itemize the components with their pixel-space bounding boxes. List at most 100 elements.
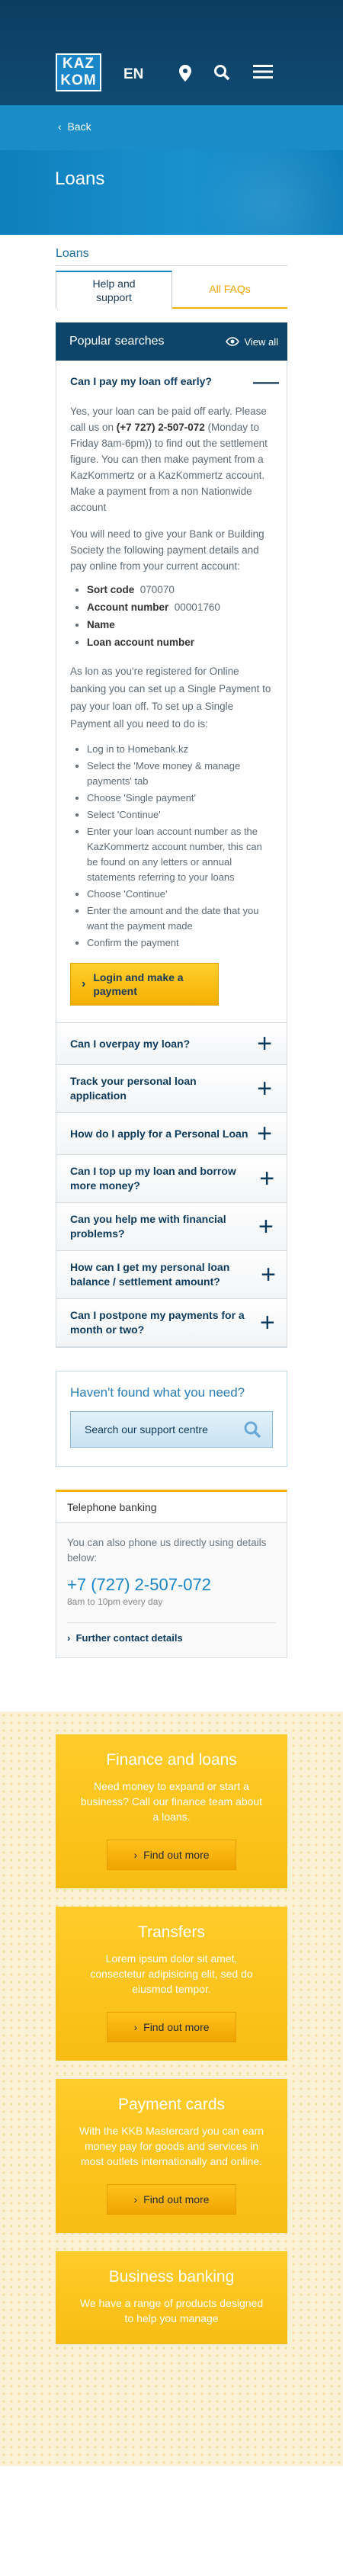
button-label: Find out more xyxy=(143,1849,210,1861)
answer-phone: (+7 727) 2-507-072 xyxy=(116,422,205,433)
faq-question[interactable]: How can I get my personal loan balance /… xyxy=(56,1251,287,1299)
breadcrumb[interactable]: Loans xyxy=(56,247,287,266)
button-label: Find out more xyxy=(143,2021,210,2033)
faq-question-text: Track your personal loan application xyxy=(70,1075,197,1102)
telephone-title: Telephone banking xyxy=(56,1492,287,1523)
faq-question[interactable]: Can I overpay my loan? + xyxy=(56,1023,287,1065)
list-item: Loan account number xyxy=(87,634,273,650)
chevron-right-icon: › xyxy=(67,1632,76,1644)
telephone-banking-panel: Telephone banking You can also phone us … xyxy=(56,1490,287,1658)
view-all-label: View all xyxy=(244,335,278,348)
detail-label: Loan account number xyxy=(87,637,195,648)
page-banner: Loans xyxy=(0,150,343,235)
back-bar: ‹ Back xyxy=(0,105,343,150)
support-search-button[interactable]: Search our support centre xyxy=(70,1411,273,1448)
main-content: Loans Help and support All FAQs Popular … xyxy=(0,247,343,1658)
steps-list: Log in to Homebank.kz Select the 'Move m… xyxy=(87,742,273,951)
list-item: Choose 'Continue' xyxy=(87,887,273,902)
search-icon[interactable] xyxy=(212,64,232,84)
minus-icon[interactable]: — xyxy=(253,368,279,394)
back-label: Back xyxy=(67,120,91,133)
answer-paragraph-1: Yes, your loan can be paid off early. Pl… xyxy=(70,403,273,483)
list-item: Sort code 070070 xyxy=(87,582,273,598)
find-out-more-button[interactable]: › Find out more xyxy=(107,1840,236,1870)
language-switch[interactable]: EN xyxy=(123,66,143,83)
promo-title: Finance and loans xyxy=(106,1751,237,1769)
list-item: Log in to Homebank.kz xyxy=(87,742,273,757)
list-item: Name xyxy=(87,617,273,633)
plus-icon[interactable]: + xyxy=(253,1031,276,1057)
faq-question[interactable]: Can I top up my loan and borrow more mon… xyxy=(56,1155,287,1203)
button-label: Login and make a payment xyxy=(93,971,184,997)
telephone-hours: 8am to 10pm every day xyxy=(67,1596,163,1607)
list-item: Enter your loan account number as the Ka… xyxy=(87,824,273,885)
menu-icon[interactable] xyxy=(253,64,273,84)
faq-question-open[interactable]: Can I pay my loan off early? — xyxy=(56,361,287,402)
faq-question-text: Can I pay my loan off early? xyxy=(70,374,212,387)
location-icon[interactable] xyxy=(175,64,195,84)
answer-paragraph-3: You will need to give your Bank or Build… xyxy=(70,528,264,572)
plus-icon[interactable]: + xyxy=(261,1262,276,1288)
button-label: Find out more xyxy=(143,2193,210,2205)
faq-question[interactable]: Can you help me with financial problems?… xyxy=(56,1203,287,1251)
chevron-right-icon: › xyxy=(82,977,86,990)
further-contact-link[interactable]: › Further contact details xyxy=(67,1622,276,1644)
detail-label: Sort code xyxy=(87,584,135,595)
login-and-pay-button[interactable]: › Login and make a payment xyxy=(70,963,219,1006)
tab-all-faqs[interactable]: All FAQs xyxy=(172,271,287,309)
promo-section: Finance and loans Need money to expand o… xyxy=(0,1711,343,2466)
telephone-number[interactable]: +7 (727) 2-507-072 xyxy=(67,1575,276,1595)
support-title: Haven't found what you need? xyxy=(70,1385,245,1400)
tab-help-and-support[interactable]: Help and support xyxy=(56,271,172,309)
eye-icon xyxy=(226,336,240,346)
faq-question-text: Can I postpone my payments for a month o… xyxy=(70,1309,245,1336)
faq-question[interactable]: Track your personal loan application + xyxy=(56,1065,287,1113)
plus-icon[interactable]: + xyxy=(253,1076,276,1102)
faq-list: Can I pay my loan off early? — Yes, your… xyxy=(56,361,287,1348)
chevron-right-icon: › xyxy=(133,2021,138,2033)
promo-card-finance: Finance and loans Need money to expand o… xyxy=(56,1734,287,1888)
tabs: Help and support All FAQs xyxy=(56,271,287,309)
promo-card-transfers: Transfers Lorem ipsum dolor sit amet, co… xyxy=(56,1907,287,2061)
list-item: Choose 'Single payment' xyxy=(87,791,273,806)
find-out-more-button[interactable]: › Find out more xyxy=(107,2184,236,2215)
plus-icon[interactable]: + xyxy=(253,1121,276,1147)
view-all-link[interactable]: View all xyxy=(226,336,278,348)
search-icon xyxy=(244,1421,261,1439)
detail-value: 070070 xyxy=(139,584,175,595)
support-search-label: Search our support centre xyxy=(85,1423,208,1436)
chevron-right-icon: › xyxy=(133,2193,138,2205)
plus-icon[interactable]: + xyxy=(256,1214,276,1240)
list-item: Enter the amount and the date that you w… xyxy=(87,903,273,934)
faq-question-text: Can you help me with financial problems? xyxy=(70,1213,226,1240)
telephone-text: You can also phone us directly using det… xyxy=(67,1537,267,1564)
chevron-right-icon: › xyxy=(133,1849,138,1861)
kazkom-logo[interactable]: KAZ KOM xyxy=(56,53,101,91)
plus-icon[interactable]: + xyxy=(258,1166,276,1192)
promo-text: We have a range of products designed to … xyxy=(79,2297,264,2324)
promo-title: Transfers xyxy=(138,1923,205,1941)
popular-searches-header: Popular searches View all xyxy=(56,322,287,361)
list-item: Select the 'Move money & manage payments… xyxy=(87,759,273,789)
promo-text: Lorem ipsum dolor sit amet, consectetur … xyxy=(90,1952,253,1995)
find-out-more-button[interactable]: › Find out more xyxy=(107,2012,236,2042)
logo-top-text: KAZ xyxy=(62,56,95,72)
back-link[interactable]: ‹ Back xyxy=(58,120,91,133)
faq-question[interactable]: How do I apply for a Personal Loan + xyxy=(56,1113,287,1155)
list-item: Account number 00001760 xyxy=(87,599,273,615)
answer-paragraph-2: Make a payment from a non Nationwide acc… xyxy=(70,486,252,513)
promo-text: Need money to expand or start a business… xyxy=(80,1780,263,1823)
promo-card-payment-cards: Payment cards With the KKB Mastercard yo… xyxy=(56,2079,287,2233)
detail-label: Account number xyxy=(87,601,169,613)
list-item: Select 'Continue' xyxy=(87,807,273,823)
tab-label: All FAQs xyxy=(209,283,251,295)
faq-question-text: Can I top up my loan and borrow more mon… xyxy=(70,1165,236,1192)
faq-question[interactable]: Can I postpone my payments for a month o… xyxy=(56,1299,287,1347)
plus-icon[interactable]: + xyxy=(258,1310,276,1336)
faq-answer: Yes, your loan can be paid off early. Pl… xyxy=(56,402,287,1023)
faq-question-text: How can I get my personal loan balance /… xyxy=(70,1261,230,1288)
faq-question-text: How do I apply for a Personal Loan xyxy=(70,1127,248,1140)
promo-title: Business banking xyxy=(108,2268,235,2286)
tab-label: Help and support xyxy=(92,277,136,303)
faq-question-text: Can I overpay my loan? xyxy=(70,1037,191,1050)
